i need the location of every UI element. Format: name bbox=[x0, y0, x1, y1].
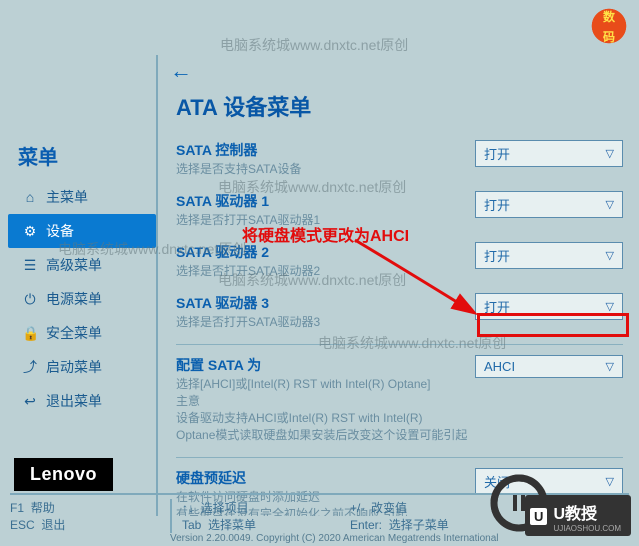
setting-label: SATA 驱动器 1 bbox=[176, 191, 469, 211]
copyright-text: Version 2.20.0049. Copyright (C) 2020 Am… bbox=[170, 533, 499, 544]
annotation-instruction: 将硬盘模式更改为AHCI bbox=[242, 222, 409, 246]
page-title: ATA 设备菜单 bbox=[176, 90, 623, 122]
sidebar-item-power[interactable]: ⏻ 电源菜单 bbox=[8, 282, 156, 316]
sidebar-item-label: 电源菜单 bbox=[46, 289, 102, 309]
setting-sata-controller: SATA 控制器 选择是否支持SATA设备 打开 ▽ bbox=[176, 140, 623, 177]
dropdown-value: 打开 bbox=[484, 195, 510, 214]
setting-desc: 设备驱动支持AHCI或Intel(R) RST with Intel(R) bbox=[176, 411, 469, 426]
chevron-down-icon: ▽ bbox=[606, 475, 614, 488]
ujiaoshou-domain: UJIAOSHOU.COM bbox=[553, 524, 621, 533]
chevron-down-icon: ▽ bbox=[606, 198, 614, 211]
setting-desc: 选择是否打开SATA驱动器2 bbox=[176, 264, 469, 279]
sidebar: 菜单 ⌂ 主菜单 ⚙ 设备 ☰ 高级菜单 ⏻ 电源菜单 🔒 安全菜单 ⤴ 启动菜… bbox=[8, 55, 156, 516]
sidebar-item-label: 启动菜单 bbox=[46, 357, 102, 377]
setting-configure-sata: 配置 SATA 为 选择[AHCI]或[Intel(R) RST with In… bbox=[176, 355, 623, 443]
dropdown-value: AHCI bbox=[484, 359, 515, 374]
setting-label: 配置 SATA 为 bbox=[176, 355, 469, 375]
list-icon: ☰ bbox=[22, 257, 38, 274]
setting-label: SATA 控制器 bbox=[176, 140, 469, 160]
watermark-text: 电脑系统城www.dnxtc.net原创 bbox=[220, 35, 408, 55]
sidebar-item-label: 退出菜单 bbox=[46, 391, 102, 411]
home-icon: ⌂ bbox=[22, 189, 38, 205]
sidebar-item-label: 高级菜单 bbox=[46, 255, 102, 275]
exit-icon: ↩ bbox=[22, 393, 38, 410]
ujiaoshou-watermark: U U教授 UJIAOSHOU.COM bbox=[525, 495, 631, 536]
chevron-down-icon: ▽ bbox=[606, 300, 614, 313]
sata-controller-dropdown[interactable]: 打开 ▽ bbox=[475, 140, 623, 167]
sata-drive2-dropdown[interactable]: 打开 ▽ bbox=[475, 242, 623, 269]
setting-label: 硬盘预延迟 bbox=[176, 468, 469, 488]
sidebar-item-label: 安全菜单 bbox=[46, 323, 102, 343]
setting-desc: 选择是否打开SATA驱动器3 bbox=[176, 315, 469, 330]
lock-icon: 🔒 bbox=[22, 325, 38, 342]
ujiaoshou-u-icon: U bbox=[530, 508, 547, 525]
ujiaoshou-name: U教授 bbox=[553, 506, 597, 523]
chevron-down-icon: ▽ bbox=[606, 249, 614, 262]
dropdown-value: 打开 bbox=[484, 144, 510, 163]
sidebar-item-boot[interactable]: ⤴ 启动菜单 bbox=[8, 350, 156, 384]
sidebar-item-advanced[interactable]: ☰ 高级菜单 bbox=[8, 248, 156, 282]
sata-drive1-dropdown[interactable]: 打开 ▽ bbox=[475, 191, 623, 218]
divider bbox=[176, 344, 623, 345]
sidebar-item-label: 设备 bbox=[46, 221, 74, 241]
lenovo-logo: Lenovo bbox=[14, 458, 113, 491]
power-icon: ⏻ bbox=[22, 291, 38, 308]
divider bbox=[176, 457, 623, 458]
setting-desc: 选择[AHCI]或[Intel(R) RST with Intel(R) Opt… bbox=[176, 377, 469, 392]
setting-desc: Optane模式读取硬盘如果安装后改变这个设置可能引起 bbox=[176, 428, 469, 443]
main-panel: ATA 设备菜单 SATA 控制器 选择是否支持SATA设备 打开 ▽ SATA… bbox=[156, 55, 633, 516]
corner-badge: 数 码 bbox=[587, 4, 631, 48]
setting-desc: 主意 bbox=[176, 394, 469, 409]
setting-sata-drive-3: SATA 驱动器 3 选择是否打开SATA驱动器3 打开 ▽ bbox=[176, 293, 623, 330]
sata-drive3-dropdown[interactable]: 打开 ▽ bbox=[475, 293, 623, 320]
setting-label: SATA 驱动器 3 bbox=[176, 293, 469, 313]
setting-desc: 选择是否支持SATA设备 bbox=[176, 162, 469, 177]
chevron-down-icon: ▽ bbox=[606, 360, 614, 373]
boot-icon: ⤴ bbox=[22, 357, 38, 377]
back-button[interactable]: ← bbox=[170, 58, 192, 84]
dropdown-value: 打开 bbox=[484, 246, 510, 265]
chevron-down-icon: ▽ bbox=[606, 147, 614, 160]
setting-sata-drive-2: SATA 驱动器 2 选择是否打开SATA驱动器2 打开 ▽ bbox=[176, 242, 623, 279]
sidebar-item-exit[interactable]: ↩ 退出菜单 bbox=[8, 384, 156, 418]
gear-icon: ⚙ bbox=[22, 223, 38, 240]
sidebar-item-security[interactable]: 🔒 安全菜单 bbox=[8, 316, 156, 350]
sidebar-item-main-menu[interactable]: ⌂ 主菜单 bbox=[8, 180, 156, 214]
dropdown-value: 打开 bbox=[484, 297, 510, 316]
sidebar-item-label: 主菜单 bbox=[46, 187, 88, 207]
sidebar-item-devices[interactable]: ⚙ 设备 bbox=[8, 214, 156, 248]
sidebar-title: 菜单 bbox=[8, 135, 156, 180]
configure-sata-dropdown[interactable]: AHCI ▽ bbox=[475, 355, 623, 378]
